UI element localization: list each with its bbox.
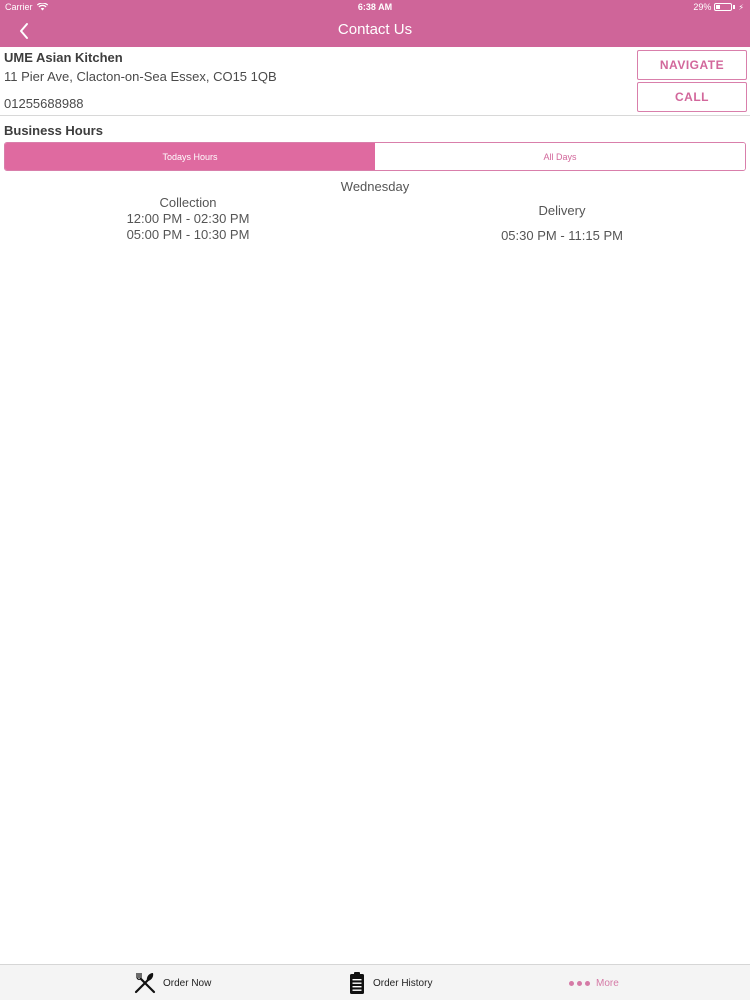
tab-order-now[interactable]: Order Now <box>133 965 211 1000</box>
delivery-slot: 05:30 PM - 11:15 PM <box>501 228 623 243</box>
collection-slot: 05:00 PM - 10:30 PM <box>126 227 250 242</box>
hours-segmented-control: Todays Hours All Days <box>4 142 746 171</box>
business-hours-heading: Business Hours <box>4 123 103 138</box>
tab-more-label: More <box>596 977 619 989</box>
more-dots-icon <box>569 980 590 986</box>
status-time: 6:38 AM <box>357 2 393 12</box>
delivery-hours: Delivery 05:30 PM - 11:15 PM <box>462 203 662 244</box>
tab-all-days[interactable]: All Days <box>375 143 745 170</box>
tab-todays-hours[interactable]: Todays Hours <box>5 143 375 170</box>
tab-more[interactable]: More <box>569 965 619 1000</box>
call-button[interactable]: CALL <box>637 82 747 112</box>
nav-bar: Contact Us <box>0 14 750 47</box>
clipboard-icon <box>350 972 364 994</box>
battery-icon <box>714 3 733 11</box>
delivery-label: Delivery <box>538 203 586 218</box>
bottom-tab-bar: Order Now Order History More <box>0 964 750 1000</box>
business-name: UME Asian Kitchen <box>4 50 123 65</box>
tab-order-now-label: Order Now <box>163 977 212 989</box>
day-label: Wednesday <box>340 179 410 194</box>
collection-hours: Collection 12:00 PM - 02:30 PM 05:00 PM … <box>88 195 288 243</box>
section-divider <box>0 115 750 116</box>
collection-label: Collection <box>159 195 217 210</box>
battery-percent: 29% <box>693 2 712 12</box>
business-address: 11 Pier Ave, Clacton-on-Sea Essex, CO15 … <box>4 69 277 84</box>
tab-order-history[interactable]: Order History <box>347 965 432 1000</box>
fork-knife-icon <box>134 973 156 994</box>
battery-tip <box>733 5 736 9</box>
battery-group: 29% ⚡ <box>693 2 744 12</box>
status-bar: Carrier 6:38 AM 29% ⚡ <box>0 0 750 14</box>
battery-fill <box>716 5 721 9</box>
page-title: Contact Us <box>337 21 413 38</box>
business-phone: 01255688988 <box>4 96 84 111</box>
charging-icon: ⚡ <box>738 2 744 12</box>
navigate-button[interactable]: NAVIGATE <box>637 50 747 80</box>
tab-order-history-label: Order History <box>373 977 433 989</box>
collection-slot: 12:00 PM - 02:30 PM <box>126 211 250 226</box>
